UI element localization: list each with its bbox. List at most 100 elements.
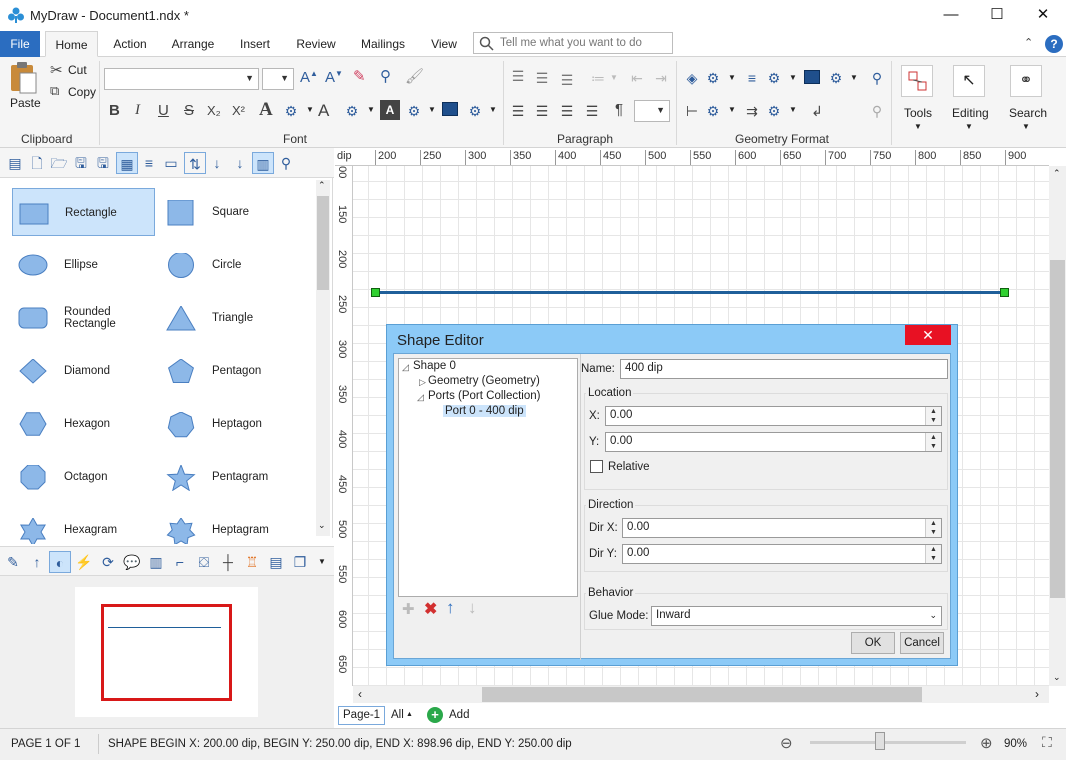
tools-icon[interactable] [901, 65, 933, 97]
canvas-vertical-scrollbar[interactable]: ⌃ ⌄ [1049, 166, 1066, 686]
format-painter-icon[interactable]: ⚲ [380, 67, 391, 85]
edit-icon[interactable]: ✎ [2, 551, 24, 573]
shape-item-pentagram[interactable]: Pentagram [160, 453, 302, 501]
dropdown-arrow-icon[interactable]: ▼ [306, 105, 314, 114]
bullets-icon[interactable]: ≔ [587, 67, 609, 89]
line-color-icon[interactable]: ≡ [741, 67, 763, 89]
page-tab-page-1[interactable]: Page-1 [338, 706, 386, 725]
minimize-button[interactable]: — [928, 0, 974, 31]
pointer-icon[interactable]: ↖ [953, 65, 985, 97]
line-gear-icon[interactable]: ⚙ [763, 67, 785, 89]
tab-home[interactable]: Home [45, 31, 98, 57]
align-top-icon[interactable]: ☰ [507, 65, 529, 87]
scrollbar-thumb[interactable] [482, 687, 922, 702]
save-library-icon[interactable]: 🖫 [70, 152, 92, 174]
org-chart-icon[interactable]: ♖ [241, 551, 263, 573]
search-button[interactable]: Search [1009, 106, 1047, 120]
grow-font-icon[interactable]: A▲ [300, 69, 318, 86]
library-scrollbar[interactable]: ⌃ ⌄ [316, 180, 330, 536]
dropdown-arrow-icon[interactable]: ▼ [965, 122, 973, 131]
align-middle-icon[interactable]: ☰ [531, 67, 553, 89]
dropdown-arrow-icon[interactable]: ▼ [850, 73, 858, 82]
arrow-up-icon[interactable]: ↑ [26, 551, 48, 573]
line-spacing-select[interactable]: ▼ [634, 100, 670, 122]
dir-y-field[interactable]: 0.00 ▲ ▼ [622, 544, 942, 564]
dir-x-field[interactable]: 0.00 ▲ ▼ [622, 518, 942, 538]
shape-item-heptagon[interactable]: Heptagon [160, 400, 302, 448]
callout-icon[interactable]: 💬 [121, 551, 143, 573]
underline-button[interactable]: U [158, 102, 169, 119]
tab-action[interactable]: Action [106, 31, 154, 57]
binoculars-icon[interactable]: ⚭ [1010, 65, 1042, 97]
ok-button[interactable]: OK [851, 632, 895, 654]
tab-view[interactable]: View [424, 31, 464, 57]
sort-za-icon[interactable]: ↓ [229, 152, 251, 174]
font-color-icon[interactable]: A [318, 101, 329, 121]
line-begin-gear-icon[interactable]: ⚙ [702, 100, 724, 122]
dropdown-arrow-icon[interactable]: ▼ [1022, 122, 1030, 131]
shape-item-square[interactable]: Square [160, 188, 302, 236]
shape-item-diamond[interactable]: Diamond [12, 347, 155, 395]
zoom-in-icon[interactable]: ⊕ [980, 734, 993, 752]
scroll-left-icon[interactable]: ‹ [358, 687, 362, 701]
end-handle[interactable] [1000, 288, 1009, 297]
dropdown-arrow-icon[interactable]: ▼ [914, 122, 922, 131]
dialog-close-button[interactable]: ✕ [905, 325, 951, 345]
relative-checkbox[interactable] [590, 460, 603, 473]
shape-item-pentagon[interactable]: Pentagon [160, 347, 302, 395]
map-icon[interactable]: ⛋ [193, 551, 215, 573]
font-color-gear-icon[interactable]: ⚙ [341, 100, 363, 122]
fit-page-icon[interactable]: ⛶ [1042, 734, 1052, 751]
pages-icon[interactable]: ❐ [289, 551, 311, 573]
canvas-horizontal-scrollbar[interactable]: ‹ › [353, 686, 1049, 703]
dropdown-arrow-icon[interactable]: ▼ [789, 105, 797, 114]
dropdown-arrow-icon[interactable]: ▼ [610, 73, 618, 82]
shape-item-hexagon[interactable]: Hexagon [12, 400, 155, 448]
scrollbar-thumb[interactable] [1050, 260, 1065, 598]
tab-file[interactable]: File [0, 31, 40, 57]
clear-format-icon[interactable]: ✎ [353, 67, 366, 85]
line-end-icon[interactable]: ⇉ [741, 100, 763, 122]
cut-button[interactable]: Cut [68, 63, 87, 77]
tools-button[interactable]: Tools [904, 106, 932, 120]
all-pages-button[interactable]: All [391, 709, 404, 721]
name-field[interactable]: 400 dip [620, 359, 948, 379]
corner-icon[interactable]: ↲ [806, 100, 828, 122]
save-as-library-icon[interactable]: 🖫 [92, 152, 114, 174]
editing-button[interactable]: Editing [952, 106, 989, 120]
align-left-icon[interactable]: ☰ [507, 100, 529, 122]
tab-insert[interactable]: Insert [232, 31, 278, 57]
cancel-button[interactable]: Cancel [900, 632, 944, 654]
x-field[interactable]: 0.00 ▲ ▼ [605, 406, 942, 426]
add-page-button[interactable]: Add [449, 709, 469, 721]
fill-bucket-icon[interactable]: ◈ [681, 67, 703, 89]
geometry-shadow-icon[interactable] [804, 70, 820, 84]
shadow-icon[interactable] [442, 102, 458, 116]
dir-x-spinner[interactable]: ▲ ▼ [925, 519, 941, 537]
icon-view-icon[interactable]: ▦ [116, 152, 138, 174]
cycle-icon[interactable]: ⟳ [97, 551, 119, 573]
text-style-icon[interactable]: A [259, 99, 273, 121]
subscript-button[interactable]: X₂ [207, 103, 221, 118]
scroll-up-icon[interactable]: ⌃ [318, 180, 326, 191]
brush-icon[interactable]: 🖌 [405, 67, 424, 85]
superscript-button[interactable]: X² [232, 103, 245, 118]
new-library-icon[interactable]: 🗋 [26, 152, 48, 174]
highlight-icon[interactable]: A [380, 100, 400, 120]
font-size-select[interactable]: ▼ [262, 68, 294, 90]
highlight-gear-icon[interactable]: ⚙ [403, 100, 425, 122]
list-view-icon[interactable]: ≡ [138, 152, 160, 174]
font-family-select[interactable]: ▼ [104, 68, 259, 90]
connector-icon[interactable]: ⌐ [169, 551, 191, 573]
lightning-icon[interactable]: ⚡ [73, 551, 95, 573]
tab-mailings[interactable]: Mailings [354, 31, 412, 57]
collapse-ribbon-icon[interactable]: ⌃ [1024, 36, 1033, 49]
dropdown-arrow-icon[interactable]: ▼ [728, 73, 736, 82]
zoom-slider-track[interactable] [810, 741, 966, 744]
decrease-indent-icon[interactable]: ⇤ [626, 67, 648, 89]
help-icon[interactable]: ? [1045, 35, 1063, 53]
add-item-icon[interactable]: ✚ [402, 600, 415, 618]
connector-line[interactable] [375, 291, 1005, 294]
sort-az-icon[interactable]: ↓ [206, 152, 228, 174]
shadow-gear-icon[interactable]: ⚙ [464, 100, 486, 122]
